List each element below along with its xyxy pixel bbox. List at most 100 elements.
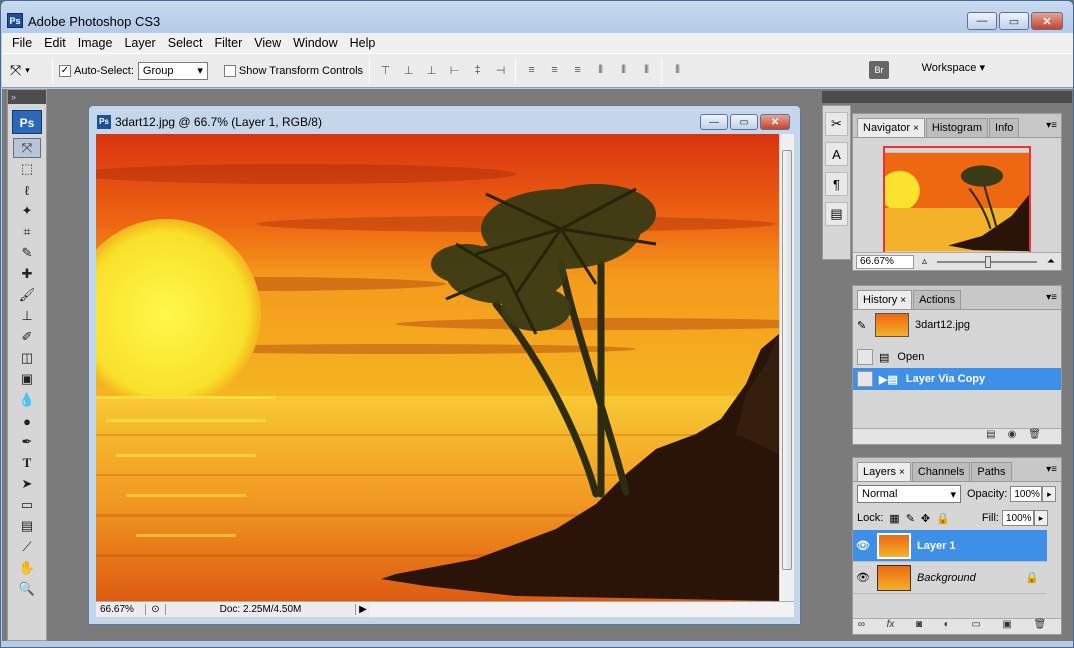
dock-grip[interactable] [822,91,1072,103]
align-vcenter-icon[interactable]: ⊥ [399,64,417,77]
layer-style-icon[interactable]: fx [887,619,895,634]
minimize-button[interactable]: — [967,12,997,30]
zoom-slider[interactable] [937,255,1037,268]
panel-menu-icon[interactable]: ▾≡ [1046,292,1057,303]
distribute-left-icon[interactable]: ⫴ [591,64,609,77]
slice-tool-icon[interactable]: ✎ [13,243,41,263]
tab-layers[interactable]: Layers × [857,462,911,481]
pen-tool-icon[interactable]: ✒ [13,432,41,452]
panel-menu-icon[interactable]: ▾≡ [1046,120,1057,131]
fill-slider-arrow-icon[interactable]: ▸ [1033,510,1048,526]
trash-icon[interactable]: 🗑 [1033,619,1046,634]
doc-close-button[interactable]: ✕ [760,114,790,130]
magic-wand-tool-icon[interactable]: ✦ [13,201,41,221]
menu-help[interactable]: Help [344,36,382,50]
doc-maximize-button[interactable]: ▭ [730,114,758,130]
tab-histogram[interactable]: Histogram [925,118,989,137]
character-icon[interactable]: A [825,142,848,166]
new-group-icon[interactable]: ▭ [971,619,980,634]
layer-row[interactable]: 👁 Layer 1 [853,530,1047,562]
opacity-slider-arrow-icon[interactable]: ▸ [1042,486,1057,502]
menu-image[interactable]: Image [72,36,119,50]
opacity-field[interactable]: 100% [1010,486,1043,502]
zoom-out-icon[interactable]: ▵ [922,256,927,267]
hand-tool-icon[interactable]: ✋ [13,558,41,578]
menu-view[interactable]: View [248,36,287,50]
notes-tool-icon[interactable]: ▤ [13,516,41,536]
navigator-zoom-field[interactable]: 66.67% [856,254,914,269]
history-brush-box[interactable] [857,349,873,365]
status-menu-arrow-icon[interactable]: ▶ [356,604,370,615]
lock-transparency-icon[interactable]: ▦ [889,512,899,525]
layer-comps-icon[interactable]: ▤ [825,202,848,226]
trash-icon[interactable]: 🗑 [1028,429,1041,444]
eye-icon[interactable]: 👁 [853,539,873,552]
healing-brush-tool-icon[interactable]: ✚ [13,264,41,284]
adjustment-layer-icon[interactable]: ◐ [944,619,950,634]
layer-name[interactable]: Background [917,572,1025,584]
distribute-right-icon[interactable]: ⫴ [637,64,655,77]
paragraph-icon[interactable]: ¶ [825,172,848,196]
history-snapshot[interactable]: ✎ 3dart12.jpg [853,310,1061,340]
tab-actions[interactable]: Actions [913,290,962,309]
history-item-layer-via-copy[interactable]: ▶▤ Layer Via Copy [853,368,1061,390]
ps-badge[interactable]: Ps [12,110,42,134]
move-tool-icon[interactable]: ⤧ [13,138,41,158]
new-snapshot-icon[interactable]: ◉ [1008,429,1017,444]
history-item-open[interactable]: ▤ Open [853,346,1061,368]
new-document-from-state-icon[interactable]: ▤ [986,429,995,444]
bridge-button[interactable]: Br [869,61,889,79]
zoom-in-icon[interactable]: ⏶ [1047,256,1055,267]
new-layer-icon[interactable]: ▣ [1002,619,1011,634]
scroll-thumb[interactable] [782,150,792,570]
layer-row-background[interactable]: 👁 Background 🔒 [853,562,1047,594]
type-tool-icon[interactable]: T [13,453,41,473]
dodge-tool-icon[interactable]: ● [13,411,41,431]
history-brush-source-icon[interactable]: ✎ [857,319,875,332]
show-transform-checkbox[interactable]: Show Transform Controls [223,64,363,77]
maximize-button[interactable]: ▭ [999,12,1029,30]
canvas-image[interactable] [96,134,779,601]
blend-mode-dropdown[interactable]: Normal ▾ [857,485,961,503]
close-button[interactable]: ✕ [1031,12,1063,30]
navigator-preview[interactable] [883,146,1031,258]
menu-file[interactable]: File [6,36,38,50]
blur-tool-icon[interactable]: 💧 [13,390,41,410]
eraser-tool-icon[interactable]: ◫ [13,348,41,368]
shape-tool-icon[interactable]: ▭ [13,495,41,515]
tool-preset-picker[interactable]: ⤧ ▾ [10,58,46,84]
lock-position-icon[interactable]: ✥ [921,512,930,525]
history-brush-tool-icon[interactable]: ✐ [13,327,41,347]
eye-icon[interactable]: 👁 [853,571,873,584]
distribute-top-icon[interactable]: ≡ [522,64,540,77]
eyedropper-tool-icon[interactable]: ⟋ [13,537,41,557]
history-brush-box[interactable] [857,371,873,387]
menu-select[interactable]: Select [162,36,209,50]
distribute-bottom-icon[interactable]: ≡ [568,64,586,77]
path-selection-tool-icon[interactable]: ➤ [13,474,41,494]
layer-name[interactable]: Layer 1 [917,540,956,552]
zoom-level[interactable]: 66.67% [96,604,146,615]
crop-tool-icon[interactable]: ⌗ [13,222,41,242]
clone-stamp-tool-icon[interactable]: ⊥ [13,306,41,326]
layer-mask-icon[interactable]: ◙ [916,619,922,634]
align-left-icon[interactable]: ⊢ [445,64,463,77]
menu-layer[interactable]: Layer [118,36,161,50]
lock-all-icon[interactable]: 🔒 [936,512,950,525]
zoom-icon[interactable]: ⊙ [146,604,166,615]
link-layers-icon[interactable]: ∞ [858,619,865,634]
fill-field[interactable]: 100% [1001,510,1034,526]
menu-window[interactable]: Window [287,36,343,50]
align-right-icon[interactable]: ⊣ [491,64,509,77]
align-bottom-icon[interactable]: ⊥ [422,64,440,77]
tool-presets-icon[interactable]: ✂ [825,112,848,136]
align-top-icon[interactable]: ⊤ [376,64,394,77]
lasso-tool-icon[interactable]: ℓ [13,180,41,200]
vertical-scrollbar[interactable] [779,134,794,601]
marquee-tool-icon[interactable]: ⬚ [13,159,41,179]
auto-select-dropdown[interactable]: Group ▾ [137,61,208,80]
panel-menu-icon[interactable]: ▾≡ [1046,464,1057,475]
auto-select-checkbox[interactable]: ✓ Auto-Select: [59,64,134,77]
align-hcenter-icon[interactable]: ‡ [468,64,486,77]
doc-minimize-button[interactable]: — [700,114,728,130]
